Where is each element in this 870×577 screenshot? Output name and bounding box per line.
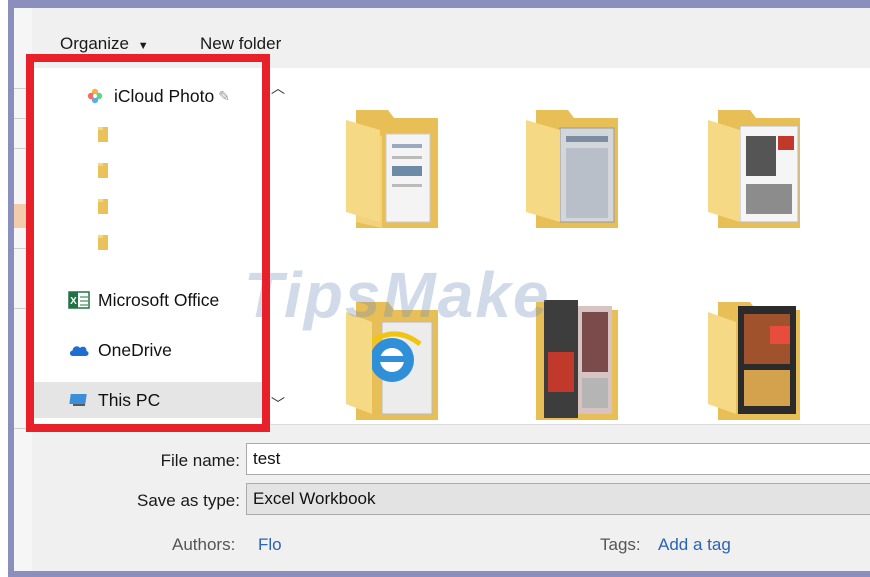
scroll-down-icon[interactable]: ﹀ (271, 394, 285, 414)
watermark: TipsMake (244, 259, 551, 331)
highlight-box (26, 54, 270, 432)
organize-button[interactable]: Organize ▼ (60, 34, 149, 54)
authors-label: Authors: (172, 535, 236, 554)
save-form: File name: test Save as type: Excel Work… (32, 424, 870, 571)
file-name-input[interactable]: test (246, 443, 870, 475)
folder-thumbnail[interactable] (704, 292, 814, 422)
tags-value[interactable]: Add a tag (658, 535, 731, 555)
authors-value[interactable]: Flo (258, 535, 282, 555)
folder-thumbnail[interactable] (342, 100, 452, 230)
save-as-type-label: Save as type: (136, 491, 240, 510)
nav-scrollbar[interactable]: ︿ ﹀ (268, 68, 287, 424)
save-as-type-select[interactable]: Excel Workbook (246, 483, 870, 515)
file-view (286, 68, 870, 424)
new-folder-button[interactable]: New folder (200, 34, 281, 54)
folder-thumbnail[interactable] (704, 100, 814, 230)
scroll-up-icon[interactable]: ︿ (271, 78, 285, 98)
chevron-down-icon: ▼ (137, 40, 149, 52)
file-name-label: File name: (160, 451, 240, 470)
tags-label: Tags: (600, 535, 641, 554)
folder-thumbnail[interactable] (522, 100, 632, 230)
